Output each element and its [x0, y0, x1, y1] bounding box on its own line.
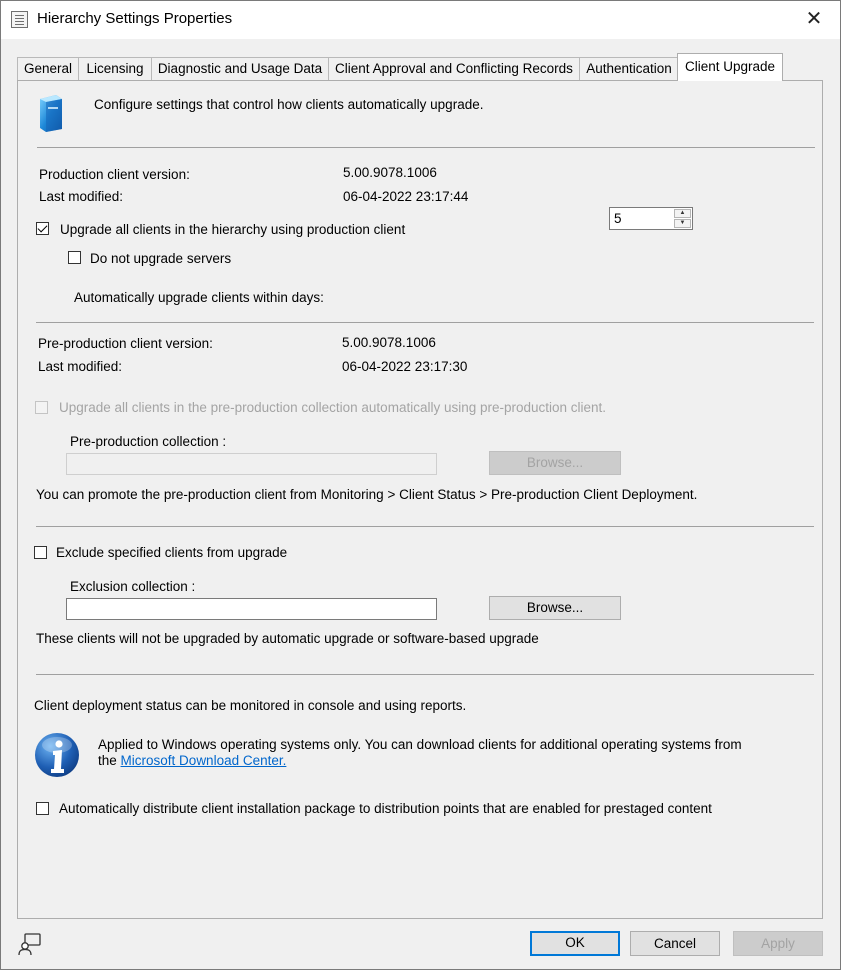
tab-diagnostic-usage-data[interactable]: Diagnostic and Usage Data [151, 57, 329, 80]
distribute-package-checkbox[interactable] [36, 802, 49, 815]
stepper-up-arrow-icon[interactable]: ▲ [674, 209, 691, 218]
production-modified-value: 06-04-2022 23:17:44 [343, 189, 469, 204]
upgrade-days-label: Automatically upgrade clients within day… [74, 290, 324, 305]
stepper-buttons: ▲ ▼ [674, 209, 691, 228]
separator [36, 674, 814, 675]
upgrade-preproduction-label: Upgrade all clients in the pre-productio… [59, 400, 607, 415]
preproduction-version-label: Pre-production client version: [38, 336, 213, 351]
exclusion-collection-input[interactable] [66, 598, 437, 620]
production-modified-label: Last modified: [39, 189, 124, 204]
exclusion-collection-label: Exclusion collection : [70, 579, 196, 594]
stepper-down-arrow-icon[interactable]: ▼ [674, 219, 691, 228]
tab-authentication[interactable]: Authentication [579, 57, 679, 80]
deployment-monitor-note: Client deployment status can be monitore… [34, 698, 467, 713]
properties-window-icon [11, 11, 28, 28]
deployment-info-line1: Applied to Windows operating systems onl… [98, 737, 742, 752]
deployment-info-prefix: the [98, 753, 117, 768]
ok-button[interactable]: OK [530, 931, 620, 956]
upgrade-days-value: 5 [614, 211, 622, 226]
do-not-upgrade-servers-label: Do not upgrade servers [90, 251, 232, 266]
upgrade-days-stepper[interactable]: 5 ▲ ▼ [609, 207, 693, 230]
exclude-clients-checkbox[interactable] [34, 546, 47, 559]
preproduction-collection-input[interactable] [66, 453, 437, 475]
microsoft-download-center-link[interactable]: Microsoft Download Center. [121, 753, 287, 768]
exclusion-note: These clients will not be upgraded by au… [36, 631, 539, 646]
exclusion-browse-button[interactable]: Browse... [489, 596, 621, 620]
tab-general[interactable]: General [17, 57, 79, 80]
preproduction-modified-label: Last modified: [38, 359, 123, 374]
preproduction-modified-value: 06-04-2022 23:17:30 [342, 359, 468, 374]
header-description: Configure settings that control how clie… [94, 97, 484, 112]
upgrade-all-clients-label: Upgrade all clients in the hierarchy usi… [60, 222, 406, 237]
do-not-upgrade-servers-checkbox[interactable] [68, 251, 81, 264]
window-title: Hierarchy Settings Properties [37, 10, 233, 27]
tab-licensing[interactable]: Licensing [78, 57, 152, 80]
upgrade-all-clients-checkbox[interactable] [36, 222, 49, 235]
separator [36, 322, 814, 323]
deployment-info-line2: the Microsoft Download Center. [98, 753, 286, 768]
exclude-clients-label: Exclude specified clients from upgrade [56, 545, 288, 560]
tab-client-approval[interactable]: Client Approval and Conflicting Records [328, 57, 580, 80]
production-version-value: 5.00.9078.1006 [343, 165, 437, 180]
tab-client-upgrade[interactable]: Client Upgrade [677, 53, 783, 81]
information-icon [35, 733, 79, 777]
properties-dialog: Hierarchy Settings Properties ✕ General … [0, 0, 841, 970]
preproduction-collection-label: Pre-production collection : [70, 434, 227, 449]
separator [36, 526, 814, 527]
preproduction-version-value: 5.00.9078.1006 [342, 335, 436, 350]
preproduction-browse-button[interactable]: Browse... [489, 451, 621, 475]
title-bar: Hierarchy Settings Properties ✕ [1, 1, 840, 39]
production-version-label: Production client version: [39, 167, 190, 182]
cancel-button[interactable]: Cancel [630, 931, 720, 956]
apply-button[interactable]: Apply [733, 931, 823, 956]
computer-tower-icon [40, 95, 62, 132]
distribute-package-label: Automatically distribute client installa… [59, 801, 712, 816]
preproduction-promote-note: You can promote the pre-production clien… [36, 487, 698, 502]
feedback-icon[interactable] [17, 931, 43, 957]
upgrade-preproduction-checkbox[interactable] [35, 401, 48, 414]
close-icon[interactable]: ✕ [802, 7, 826, 31]
separator [37, 147, 815, 148]
